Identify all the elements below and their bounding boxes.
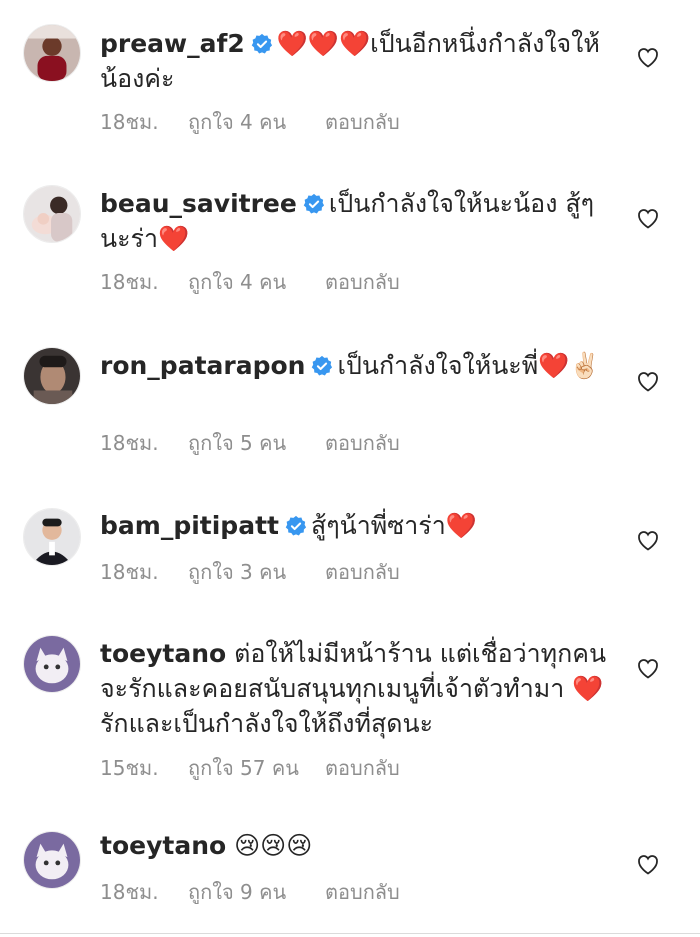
comment-likes[interactable]: ถูกใจ 3 คน	[188, 556, 325, 588]
comment-time: 18ชม.	[100, 110, 159, 134]
comment-body: ron_patarapon เป็นกำลังใจให้นะพี่❤️✌🏻	[100, 348, 620, 383]
comment-likes[interactable]: ถูกใจ 5 คน	[188, 427, 325, 459]
comment-likes[interactable]: ถูกใจ 9 คน	[188, 876, 325, 908]
comment-time: 18ชม.	[100, 880, 159, 904]
heart-outline-icon[interactable]	[636, 207, 660, 229]
comment-body: preaw_af2 ❤️❤️❤️เป็นอีกหนึ่งกำลังใจให้น้อ…	[100, 26, 620, 96]
avatar[interactable]	[23, 635, 81, 693]
reply-button[interactable]: ตอบกลับ	[325, 556, 400, 588]
comment-username[interactable]: beau_savitree	[100, 189, 297, 218]
comment-username[interactable]: preaw_af2	[100, 29, 245, 58]
avatar[interactable]	[23, 347, 81, 405]
comment-username[interactable]: toeytano	[100, 831, 226, 860]
comment-username[interactable]: toeytano	[100, 639, 226, 668]
comment-meta: 18ชม. ถูกใจ 3 คน ตอบกลับ	[100, 556, 400, 588]
avatar[interactable]	[23, 508, 81, 566]
avatar[interactable]	[23, 831, 81, 889]
comment-meta: 15ชม. ถูกใจ 57 คน ตอบกลับ	[100, 752, 400, 784]
comment-body: beau_savitree เป็นกำลังใจให้นะน้อง สู้ๆนะ…	[100, 186, 620, 256]
comment-meta: 18ชม. ถูกใจ 4 คน ตอบกลับ	[100, 106, 400, 138]
verified-badge-icon	[303, 193, 325, 215]
comment-likes[interactable]: ถูกใจ 4 คน	[188, 106, 325, 138]
comment-time: 18ชม.	[100, 431, 159, 455]
divider	[0, 933, 700, 934]
verified-badge-icon	[251, 33, 273, 55]
avatar[interactable]	[23, 24, 81, 82]
reply-button[interactable]: ตอบกลับ	[325, 266, 400, 298]
heart-outline-icon[interactable]	[636, 657, 660, 679]
heart-outline-icon[interactable]	[636, 370, 660, 392]
reply-button[interactable]: ตอบกลับ	[325, 752, 400, 784]
comment-meta: 18ชม. ถูกใจ 5 คน ตอบกลับ	[100, 427, 400, 459]
reply-button[interactable]: ตอบกลับ	[325, 106, 400, 138]
heart-outline-icon[interactable]	[636, 46, 660, 68]
comment-username[interactable]: ron_patarapon	[100, 351, 305, 380]
comment-body: toeytano ต่อให้ไม่มีหน้าร้าน แต่เชื่อว่า…	[100, 636, 620, 741]
avatar[interactable]	[23, 185, 81, 243]
comment-likes[interactable]: ถูกใจ 4 คน	[188, 266, 325, 298]
comment-meta: 18ชม. ถูกใจ 4 คน ตอบกลับ	[100, 266, 400, 298]
verified-badge-icon	[311, 355, 333, 377]
comment-body: toeytano 😢😢😢	[100, 828, 620, 863]
comment-text: เป็นกำลังใจให้นะพี่❤️✌🏻	[337, 351, 601, 380]
comment-time: 15ชม.	[100, 756, 159, 780]
comment-time: 18ชม.	[100, 270, 159, 294]
comment-text: สู้ๆน้าพี่ซาร่า❤️	[310, 511, 477, 540]
heart-outline-icon[interactable]	[636, 529, 660, 551]
reply-button[interactable]: ตอบกลับ	[325, 876, 400, 908]
comment-time: 18ชม.	[100, 560, 159, 584]
comment-meta: 18ชม. ถูกใจ 9 คน ตอบกลับ	[100, 876, 400, 908]
heart-outline-icon[interactable]	[636, 853, 660, 875]
verified-badge-icon	[285, 515, 307, 537]
comment-text: 😢😢😢	[234, 831, 313, 860]
comment-body: bam_pitipatt สู้ๆน้าพี่ซาร่า❤️	[100, 508, 620, 543]
comment-likes[interactable]: ถูกใจ 57 คน	[188, 752, 325, 784]
reply-button[interactable]: ตอบกลับ	[325, 427, 400, 459]
comment-username[interactable]: bam_pitipatt	[100, 511, 279, 540]
